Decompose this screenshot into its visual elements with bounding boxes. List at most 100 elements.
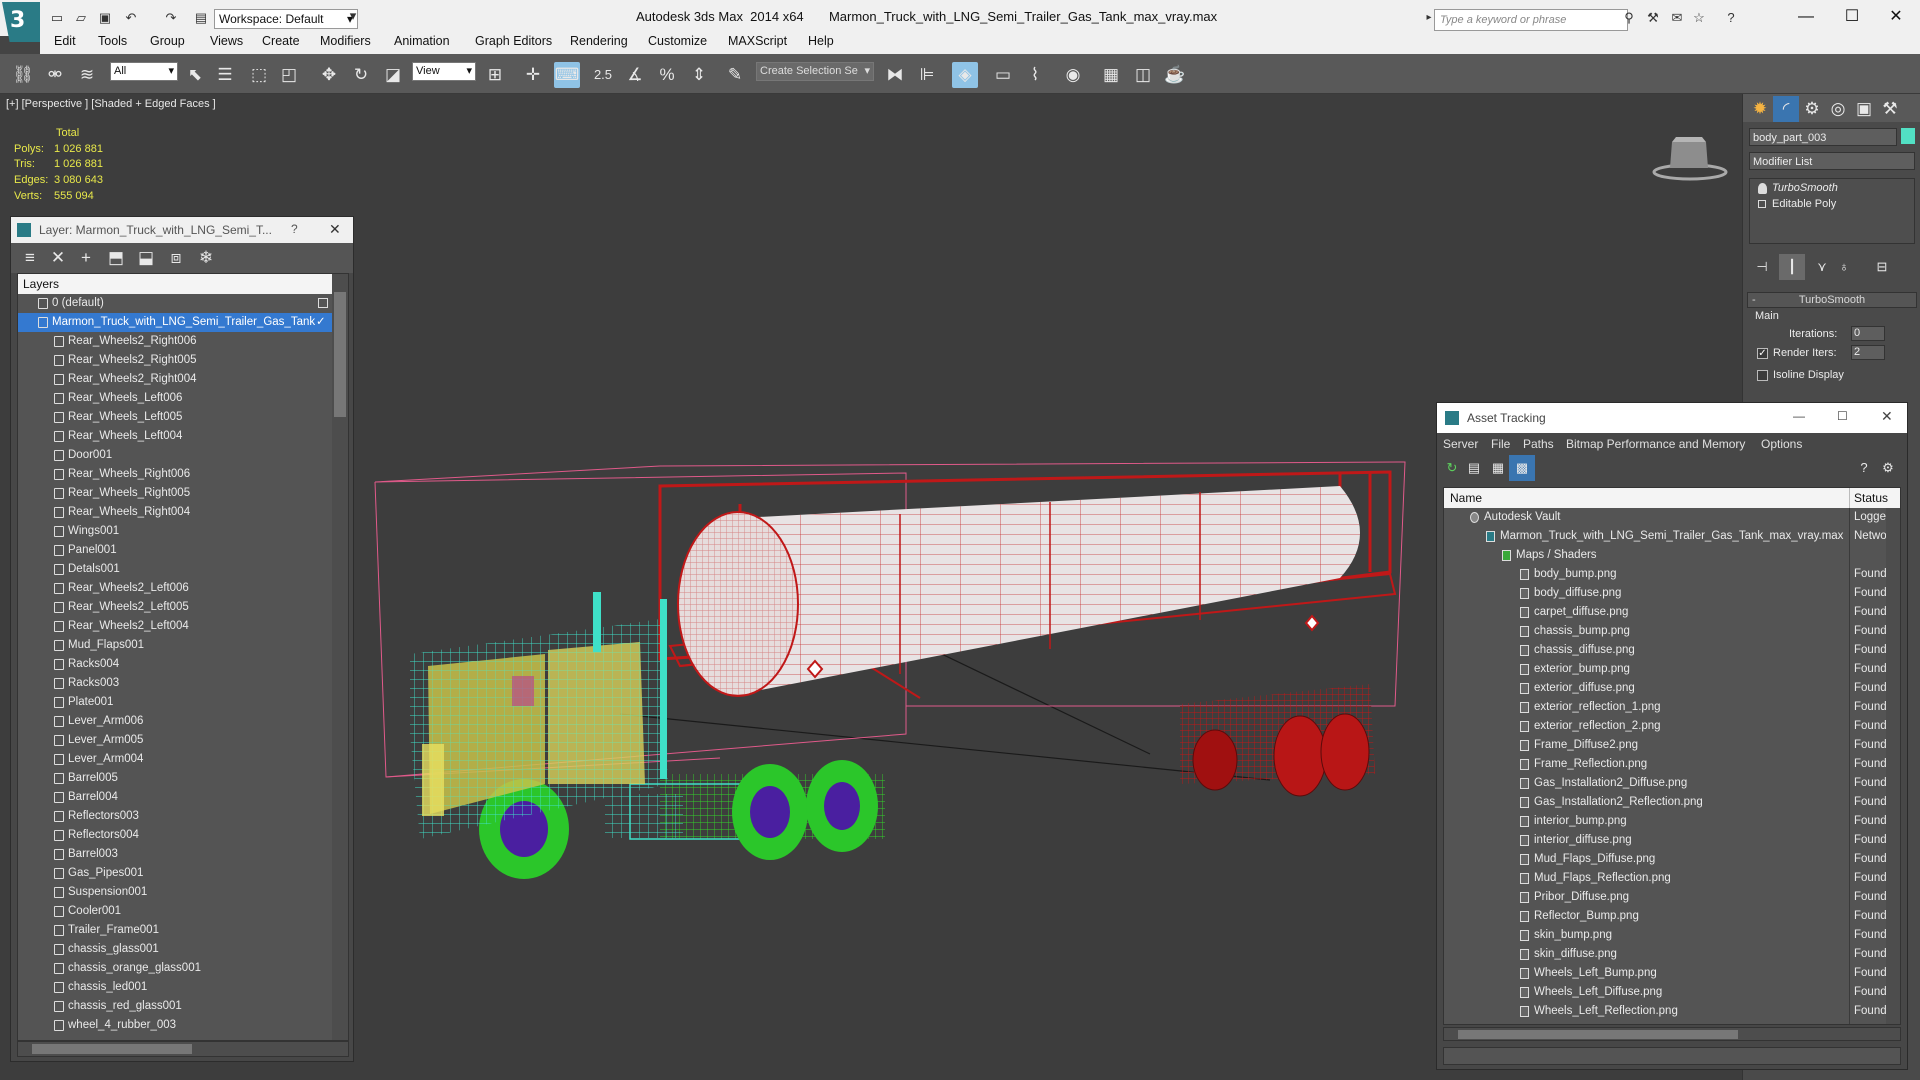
redo-icon[interactable]: ↷	[162, 10, 180, 26]
layer-object-row[interactable]: Barrel004	[18, 788, 332, 807]
layer-object-row[interactable]: Racks004	[18, 655, 332, 674]
pin-stack-icon[interactable]: ⊣	[1749, 254, 1775, 280]
layer-object-row[interactable]: Barrel005	[18, 769, 332, 788]
menu-create[interactable]: Create	[262, 34, 300, 48]
asset-menu-paths[interactable]: Paths	[1523, 437, 1554, 451]
binoculars-icon[interactable]: ⚲	[1620, 10, 1638, 26]
select-move-icon[interactable]: ✥	[316, 62, 342, 88]
menu-animation[interactable]: Animation	[394, 34, 450, 48]
bind-space-warp-icon[interactable]: ≋	[74, 62, 100, 88]
show-end-result-icon[interactable]: ┃	[1779, 254, 1805, 280]
asset-row-scene-file[interactable]: Marmon_Truck_with_LNG_Semi_Trailer_Gas_T…	[1444, 527, 1900, 546]
layer-row-main[interactable]: Marmon_Truck_with_LNG_Semi_Trailer_Gas_T…	[18, 313, 332, 332]
asset-horizontal-thumb[interactable]	[1458, 1030, 1738, 1039]
turbosmooth-rollout-header[interactable]: - TurboSmooth	[1747, 292, 1917, 308]
layer-object-row[interactable]: chassis_glass001	[18, 940, 332, 959]
spinner-snap-icon[interactable]: ⇕	[686, 62, 712, 88]
asset-file-row[interactable]: exterior_reflection_2.png Found	[1444, 717, 1900, 736]
minimize-button[interactable]: —	[1786, 4, 1826, 30]
select-rotate-icon[interactable]: ↻	[348, 62, 374, 88]
thumbnail-view-icon[interactable]: ▦	[1485, 455, 1511, 481]
select-highlighted-icon[interactable]: ⬒	[103, 245, 129, 271]
menu-modifiers[interactable]: Modifiers	[320, 34, 371, 48]
asset-close-button[interactable]: ✕	[1881, 408, 1893, 425]
modify-tab-icon[interactable]: ◜	[1773, 96, 1799, 122]
select-scale-icon[interactable]: ◪	[380, 62, 406, 88]
asset-row-vault[interactable]: Autodesk Vault Logged	[1444, 508, 1900, 527]
open-file-icon[interactable]: ▱	[72, 10, 90, 26]
workspace-dropdown[interactable]: Workspace: Default	[214, 9, 358, 29]
layer-close-icon[interactable]: ✕	[329, 221, 341, 238]
asset-menu-options[interactable]: Options	[1761, 437, 1802, 451]
layer-object-row[interactable]: Rear_Wheels2_Right006	[18, 332, 332, 351]
layer-object-row[interactable]: Reflectors003	[18, 807, 332, 826]
asset-file-row[interactable]: interior_bump.png Found	[1444, 812, 1900, 831]
stack-item-turbosmooth[interactable]: TurboSmooth	[1752, 181, 1912, 196]
layer-horizontal-thumb[interactable]	[32, 1044, 192, 1054]
keyboard-shortcut-override-icon[interactable]: ⌨	[554, 62, 580, 88]
workspace-expand-icon[interactable]: ▾	[344, 8, 362, 24]
layer-object-row[interactable]: Rear_Wheels_Right004	[18, 503, 332, 522]
search-input[interactable]: Type a keyword or phrase	[1434, 9, 1628, 31]
asset-menu-file[interactable]: File	[1491, 437, 1510, 451]
new-file-icon[interactable]: ▭	[48, 10, 66, 26]
edit-named-selection-icon[interactable]: ✎	[722, 62, 748, 88]
layer-window-titlebar[interactable]: Layer: Marmon_Truck_with_LNG_Semi_T... ?…	[11, 217, 353, 243]
app-logo[interactable]: 3	[2, 2, 40, 42]
curve-editor-icon[interactable]: ⌇	[1022, 62, 1048, 88]
create-tab-icon[interactable]: ✹	[1747, 96, 1773, 122]
asset-help-icon[interactable]: ?	[1851, 455, 1877, 481]
layer-object-row[interactable]: Rear_Wheels2_Right004	[18, 370, 332, 389]
remove-modifier-icon[interactable]: ♁	[1831, 254, 1857, 280]
help-icon[interactable]: ?	[1722, 10, 1740, 26]
select-by-name-icon[interactable]: ☰	[212, 62, 238, 88]
save-icon[interactable]: ▣	[96, 10, 114, 26]
pivot-center-icon[interactable]: ⊞	[482, 62, 508, 88]
layer-manager-icon[interactable]: ◈	[952, 62, 978, 88]
layer-object-row[interactable]: Rear_Wheels_Left005	[18, 408, 332, 427]
add-to-layer-icon[interactable]: +	[73, 245, 99, 271]
rectangular-selection-icon[interactable]: ⬚	[246, 62, 272, 88]
asset-horizontal-scrollbar[interactable]	[1443, 1027, 1901, 1041]
menu-views[interactable]: Views	[210, 34, 243, 48]
layer-object-row[interactable]: Lever_Arm004	[18, 750, 332, 769]
layer-object-row[interactable]: Door001	[18, 446, 332, 465]
layer-object-row[interactable]: chassis_red_glass001	[18, 997, 332, 1016]
delete-layer-icon[interactable]: ✕	[45, 245, 71, 271]
subscription-icon[interactable]: ⚒	[1644, 10, 1662, 26]
select-object-icon[interactable]: ⬉	[182, 62, 208, 88]
lightbulb-icon[interactable]	[1758, 183, 1767, 194]
hierarchy-tab-icon[interactable]: ⚙	[1799, 96, 1825, 122]
layers-column-header[interactable]: Layers	[18, 274, 332, 294]
asset-file-row[interactable]: Gas_Installation2_Reflection.png Found	[1444, 793, 1900, 812]
asset-maximize-button[interactable]: ☐	[1837, 409, 1848, 423]
material-editor-icon[interactable]: ◉	[1060, 62, 1086, 88]
configure-sets-icon[interactable]: ⊟	[1869, 254, 1895, 280]
layer-row-default[interactable]: 0 (default)	[18, 294, 332, 313]
rendered-frame-window-icon[interactable]: ◫	[1130, 62, 1156, 88]
layer-object-row[interactable]: Racks003	[18, 674, 332, 693]
asset-file-row[interactable]: Reflector_Bump.png Found	[1444, 907, 1900, 926]
layer-object-row[interactable]: Rear_Wheels2_Left004	[18, 617, 332, 636]
list-view-icon[interactable]: ▤	[1461, 455, 1487, 481]
layer-object-row[interactable]: wheel_4_rubber_003	[18, 1016, 332, 1035]
column-name-header[interactable]: Name	[1450, 491, 1482, 505]
favorites-star-icon[interactable]: ☆	[1690, 10, 1708, 26]
layer-object-row[interactable]: Trailer_Frame001	[18, 921, 332, 940]
asset-file-row[interactable]: exterior_reflection_1.png Found	[1444, 698, 1900, 717]
asset-file-row[interactable]: chassis_diffuse.png Found	[1444, 641, 1900, 660]
current-layer-check-icon[interactable]: ✓	[316, 313, 326, 332]
menu-graph-editors[interactable]: Graph Editors	[475, 34, 552, 48]
select-and-link-icon[interactable]: ⛓	[10, 62, 36, 88]
menu-help[interactable]: Help	[808, 34, 834, 48]
layer-object-row[interactable]: Rear_Wheels_Left006	[18, 389, 332, 408]
asset-tracking-titlebar[interactable]: Asset Tracking — ☐ ✕	[1437, 403, 1907, 433]
layer-object-row[interactable]: chassis_orange_glass001	[18, 959, 332, 978]
layer-object-row[interactable]: Wings001	[18, 522, 332, 541]
render-setup-icon[interactable]: ▦	[1098, 62, 1124, 88]
asset-minimize-button[interactable]: —	[1793, 409, 1805, 423]
asset-file-row[interactable]: Pribor_Diffuse.png Found	[1444, 888, 1900, 907]
layer-object-row[interactable]: Mud_Flaps001	[18, 636, 332, 655]
unlink-icon[interactable]: ⚮	[42, 62, 68, 88]
asset-file-row[interactable]: Frame_Diffuse2.png Found	[1444, 736, 1900, 755]
